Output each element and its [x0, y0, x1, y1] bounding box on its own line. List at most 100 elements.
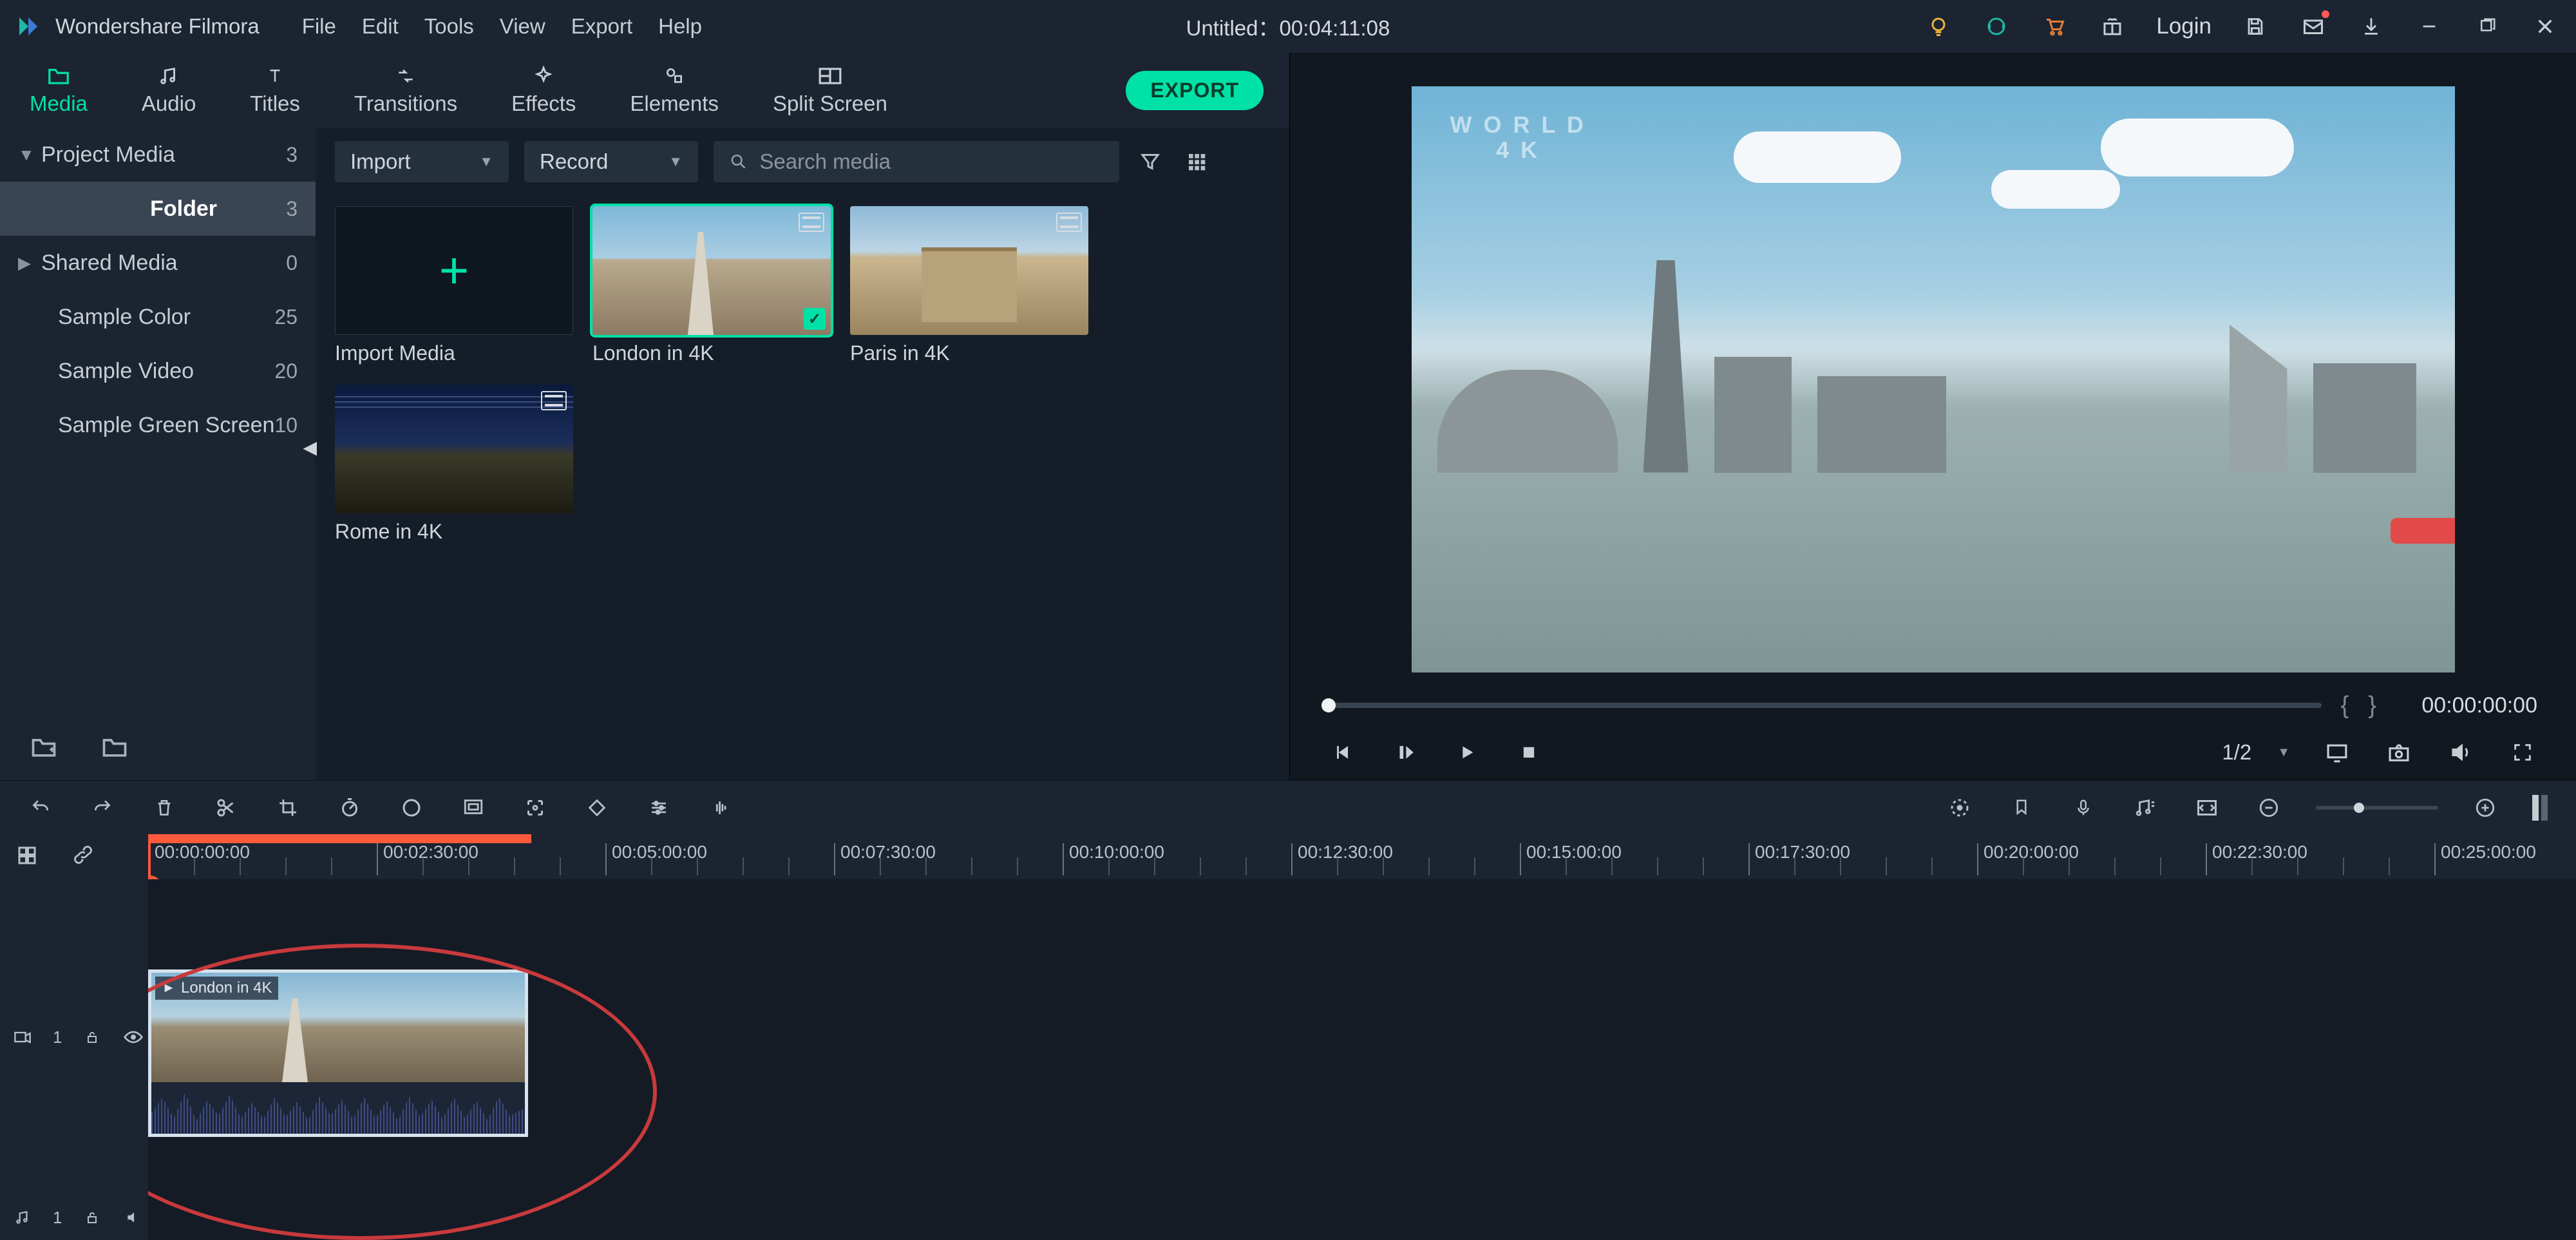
zoom-in-icon[interactable]	[2470, 793, 2500, 823]
audio-track-header[interactable]: 1	[0, 1195, 148, 1240]
download-icon[interactable]	[2357, 12, 2385, 41]
tracks-body[interactable]: London in 4K	[148, 879, 2576, 1240]
sidebar-item-folder[interactable]: Folder 3	[0, 182, 316, 236]
audio-mixer-icon[interactable]	[2130, 793, 2160, 823]
undo-icon[interactable]	[26, 793, 55, 823]
mark-out-icon[interactable]: }	[2368, 692, 2376, 720]
crop-icon[interactable]	[273, 793, 303, 823]
idea-icon[interactable]	[1924, 12, 1953, 41]
menu-view[interactable]: View	[500, 14, 545, 39]
mail-icon[interactable]	[2299, 12, 2327, 41]
sidebar-item-sample-video[interactable]: Sample Video 20	[0, 344, 316, 398]
chevron-down-icon: ▼	[668, 153, 683, 170]
grid-view-icon[interactable]	[1181, 146, 1212, 177]
track-size-icon[interactable]	[2532, 795, 2550, 821]
gift-icon[interactable]	[2098, 12, 2126, 41]
media-card-paris[interactable]: Paris in 4K	[850, 206, 1088, 365]
lock-icon[interactable]	[81, 1026, 103, 1048]
snapshot-icon[interactable]	[2384, 738, 2414, 767]
scrub-head[interactable]	[1321, 698, 1336, 712]
marker-icon[interactable]	[2007, 793, 2036, 823]
zoom-slider[interactable]	[2316, 806, 2438, 810]
eye-icon[interactable]	[122, 1026, 144, 1048]
playhead[interactable]	[148, 834, 151, 879]
preview-canvas[interactable]: W O R L D 4 K	[1412, 86, 2455, 672]
tab-transitions[interactable]: Transitions	[354, 64, 457, 116]
menu-edit[interactable]: Edit	[362, 14, 399, 39]
zoom-out-icon[interactable]	[2254, 793, 2284, 823]
tab-media[interactable]: Media	[30, 64, 88, 116]
import-media-tile[interactable]: + Import Media	[335, 206, 573, 365]
volume-icon[interactable]	[2446, 738, 2476, 767]
sidebar-item-shared-media[interactable]: ▶ Shared Media 0	[0, 236, 316, 290]
speed-icon[interactable]	[335, 793, 365, 823]
tab-transitions-label: Transitions	[354, 91, 457, 116]
timeline-clip[interactable]: London in 4K	[148, 969, 528, 1137]
media-card-rome[interactable]: Rome in 4K	[335, 385, 573, 544]
sidebar-item-sample-color[interactable]: Sample Color 25	[0, 290, 316, 344]
tab-titles[interactable]: Titles	[250, 64, 300, 116]
zoom-fit-icon[interactable]	[2192, 793, 2222, 823]
minimize-icon[interactable]	[2415, 12, 2443, 41]
green-screen-icon[interactable]	[459, 793, 488, 823]
motion-tracking-icon[interactable]	[520, 793, 550, 823]
adjust-icon[interactable]	[644, 793, 674, 823]
mark-in-icon[interactable]: {	[2341, 692, 2349, 720]
cart-icon[interactable]	[2040, 12, 2069, 41]
sidebar-item-sample-green-screen[interactable]: Sample Green Screen 10	[0, 398, 316, 452]
preview-time: 00:00:00:00	[2396, 693, 2537, 718]
display-ratio-dropdown[interactable]: 1/2 ▼	[2222, 740, 2290, 765]
keyframe-icon[interactable]	[582, 793, 612, 823]
play-pause-icon[interactable]	[1390, 738, 1420, 767]
collapse-sidebar-icon[interactable]: ◀	[303, 437, 317, 458]
filter-icon[interactable]	[1135, 146, 1166, 177]
support-icon[interactable]	[1982, 12, 2011, 41]
voiceover-icon[interactable]	[2069, 793, 2098, 823]
menu-file[interactable]: File	[302, 14, 336, 39]
menu-help[interactable]: Help	[658, 14, 702, 39]
play-icon[interactable]	[1452, 738, 1482, 767]
main-area: Media Audio Titles Transitions Effects	[0, 53, 2576, 780]
save-icon[interactable]	[2241, 12, 2269, 41]
scrub-track[interactable]	[1329, 703, 2322, 708]
maximize-icon[interactable]	[2473, 12, 2501, 41]
ruler-label: 00:10:00:00	[1069, 842, 1164, 863]
track-manager-icon[interactable]	[15, 844, 41, 870]
video-track-header[interactable]: 1	[0, 879, 148, 1195]
title-bar: Wondershare Filmora File Edit Tools View…	[0, 0, 2576, 53]
link-icon[interactable]	[71, 844, 97, 870]
login-button[interactable]: Login	[2156, 14, 2211, 39]
zoom-slider-head[interactable]	[2354, 803, 2364, 813]
folder-icon[interactable]	[100, 735, 133, 767]
prev-frame-icon[interactable]	[1329, 738, 1358, 767]
stop-icon[interactable]	[1514, 738, 1544, 767]
fullscreen-icon[interactable]	[2508, 738, 2537, 767]
record-dropdown[interactable]: Record ▼	[524, 141, 698, 182]
speaker-icon[interactable]	[122, 1207, 144, 1228]
menu-tools[interactable]: Tools	[424, 14, 474, 39]
import-dropdown[interactable]: Import ▼	[335, 141, 509, 182]
timeline-ruler[interactable]: 00:00:00:0000:02:30:0000:05:00:0000:07:3…	[148, 834, 2576, 879]
tab-effects[interactable]: Effects	[511, 64, 576, 116]
redo-icon[interactable]	[88, 793, 117, 823]
display-icon[interactable]	[2322, 738, 2352, 767]
lock-icon[interactable]	[81, 1207, 103, 1228]
split-icon[interactable]	[211, 793, 241, 823]
clip-audio-wave	[151, 1082, 525, 1134]
media-card-london[interactable]: ✓ London in 4K	[592, 206, 831, 365]
delete-icon[interactable]	[149, 793, 179, 823]
tab-split-screen[interactable]: Split Screen	[773, 64, 887, 116]
tab-elements[interactable]: Elements	[630, 64, 719, 116]
menu-export[interactable]: Export	[571, 14, 632, 39]
search-input[interactable]	[759, 149, 1104, 174]
close-icon[interactable]	[2531, 12, 2559, 41]
tab-audio[interactable]: Audio	[142, 64, 196, 116]
sidebar-item-label: Folder	[41, 196, 286, 222]
render-icon[interactable]	[1945, 793, 1975, 823]
export-button[interactable]: EXPORT	[1126, 71, 1264, 110]
color-icon[interactable]	[397, 793, 426, 823]
audio-sync-icon[interactable]	[706, 793, 735, 823]
search-box[interactable]	[714, 141, 1119, 182]
new-folder-icon[interactable]	[30, 735, 62, 767]
sidebar-item-project-media[interactable]: ▼ Project Media 3	[0, 128, 316, 182]
